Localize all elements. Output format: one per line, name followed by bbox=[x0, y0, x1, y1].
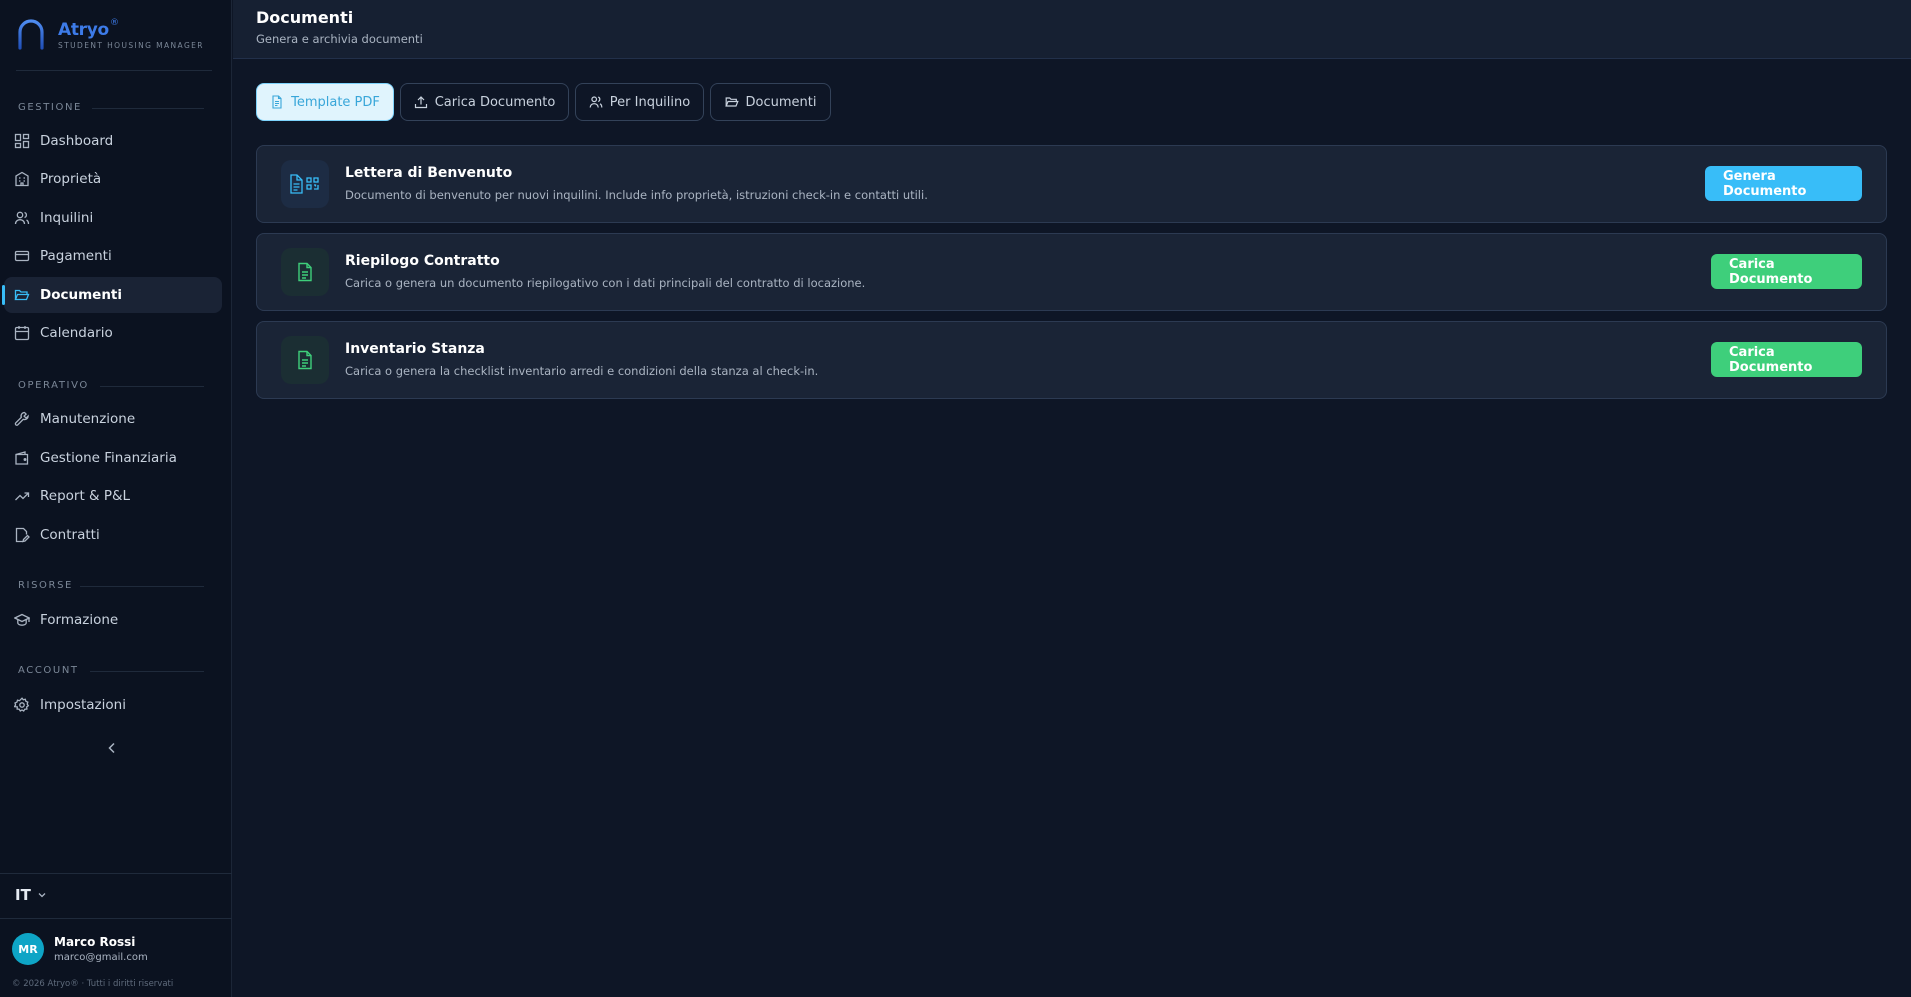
sidebar-item-inquilini[interactable]: Inquilini bbox=[4, 200, 222, 236]
upload-icon bbox=[414, 95, 428, 109]
divider bbox=[16, 70, 212, 71]
divider bbox=[100, 386, 204, 387]
file-edit-icon bbox=[14, 527, 30, 543]
template-card-lettera-benvenuto: Lettera di Benvenuto Documento di benven… bbox=[256, 145, 1887, 223]
users-icon bbox=[589, 95, 603, 109]
calendar-icon bbox=[14, 325, 30, 341]
card-description: Documento di benvenuto per nuovi inquili… bbox=[345, 188, 928, 202]
sidebar-item-label: Calendario bbox=[40, 325, 113, 341]
graduation-cap-icon bbox=[14, 612, 30, 628]
avatar: MR bbox=[12, 933, 44, 965]
carica-documento-button[interactable]: Carica Documento bbox=[1711, 342, 1862, 377]
sidebar-item-label: Contratti bbox=[40, 527, 100, 543]
grid-icon bbox=[14, 133, 30, 149]
section-label-account: ACCOUNT bbox=[18, 665, 79, 676]
page-subtitle: Genera e archivia documenti bbox=[256, 32, 423, 46]
sidebar-item-report[interactable]: Report & P&L bbox=[4, 478, 222, 514]
tab-documenti[interactable]: Documenti bbox=[710, 83, 831, 121]
sidebar-item-label: Manutenzione bbox=[40, 411, 136, 427]
card-title: Inventario Stanza bbox=[345, 341, 485, 357]
section-label-gestione: GESTIONE bbox=[18, 102, 82, 113]
sidebar-item-label: Impostazioni bbox=[40, 697, 126, 713]
card-description: Carica o genera un documento riepilogati… bbox=[345, 276, 866, 290]
brand-logo[interactable]: Atryo ® STUDENT HOUSING MANAGER bbox=[16, 18, 206, 54]
page-title: Documenti bbox=[256, 8, 354, 27]
tab-label: Documenti bbox=[745, 94, 817, 110]
tab-label: Carica Documento bbox=[434, 94, 556, 110]
carica-documento-button[interactable]: Carica Documento bbox=[1711, 254, 1862, 289]
brand-registered-mark: ® bbox=[110, 18, 119, 28]
file-text-icon bbox=[281, 336, 329, 384]
sidebar-item-label: Proprietà bbox=[40, 171, 102, 187]
sidebar-item-label: Dashboard bbox=[40, 133, 114, 149]
genera-documento-button[interactable]: Genera Documento bbox=[1705, 166, 1862, 201]
sidebar-item-label: Documenti bbox=[40, 287, 123, 303]
building-icon bbox=[14, 171, 30, 187]
tab-per-inquilino[interactable]: Per Inquilino bbox=[575, 83, 704, 121]
card-description: Carica o genera la checklist inventario … bbox=[345, 364, 819, 378]
user-email: marco@gmail.com bbox=[54, 952, 148, 963]
tab-label: Per Inquilino bbox=[609, 94, 691, 110]
file-text-icon bbox=[270, 95, 284, 109]
gear-icon bbox=[14, 697, 30, 713]
sidebar-item-label: Gestione Finanziaria bbox=[40, 450, 177, 466]
tab-label: Template PDF bbox=[291, 94, 380, 110]
file-qr-icon bbox=[281, 160, 329, 208]
sidebar-item-dashboard[interactable]: Dashboard bbox=[4, 123, 222, 159]
language-code: IT bbox=[15, 886, 31, 904]
sidebar-item-calendario[interactable]: Calendario bbox=[4, 315, 222, 351]
file-text-icon bbox=[281, 248, 329, 296]
users-icon bbox=[14, 210, 30, 226]
atryo-logo-icon bbox=[18, 19, 44, 50]
section-label-operativo: OPERATIVO bbox=[18, 380, 89, 391]
sidebar-item-documenti[interactable]: Documenti bbox=[2, 277, 222, 313]
trending-up-icon bbox=[14, 488, 30, 504]
template-card-riepilogo-contratto: Riepilogo Contratto Carica o genera un d… bbox=[256, 233, 1887, 311]
language-area: IT bbox=[0, 873, 232, 918]
wrench-icon bbox=[14, 411, 30, 427]
divider bbox=[80, 586, 204, 587]
copyright: © 2026 Atryo® · Tutti i diritti riservat… bbox=[12, 979, 174, 989]
sidebar-item-gestione-finanziaria[interactable]: Gestione Finanziaria bbox=[4, 440, 222, 476]
template-card-inventario-stanza: Inventario Stanza Carica o genera la che… bbox=[256, 321, 1887, 399]
tab-carica-documento[interactable]: Carica Documento bbox=[400, 83, 569, 121]
sidebar-item-label: Inquilini bbox=[40, 210, 94, 226]
sidebar-item-label: Formazione bbox=[40, 612, 119, 628]
chevron-down-icon bbox=[38, 893, 46, 898]
sidebar-item-label: Report & P&L bbox=[40, 488, 131, 504]
sidebar: Atryo ® STUDENT HOUSING MANAGER GESTIONE… bbox=[0, 0, 232, 997]
user-profile[interactable]: MR Marco Rossi marco@gmail.com © 2026 At… bbox=[0, 918, 232, 997]
section-label-risorse: RISORSE bbox=[18, 580, 73, 591]
sidebar-item-impostazioni[interactable]: Impostazioni bbox=[4, 687, 222, 723]
tab-template-pdf[interactable]: Template PDF bbox=[256, 83, 394, 121]
brand-name: Atryo bbox=[58, 20, 109, 40]
sidebar-item-contratti[interactable]: Contratti bbox=[4, 517, 222, 553]
sidebar-item-formazione[interactable]: Formazione bbox=[4, 602, 222, 638]
folder-open-icon bbox=[14, 287, 30, 303]
sidebar-item-label: Pagamenti bbox=[40, 248, 112, 264]
page-header: Documenti Genera e archivia documenti bbox=[233, 0, 1911, 59]
card-title: Lettera di Benvenuto bbox=[345, 165, 513, 181]
sidebar-item-proprieta[interactable]: Proprietà bbox=[4, 161, 222, 197]
card-title: Riepilogo Contratto bbox=[345, 253, 500, 269]
user-name: Marco Rossi bbox=[54, 935, 136, 949]
divider bbox=[90, 671, 204, 672]
sidebar-item-manutenzione[interactable]: Manutenzione bbox=[4, 401, 222, 437]
sidebar-item-pagamenti[interactable]: Pagamenti bbox=[4, 238, 222, 274]
wallet-icon bbox=[14, 450, 30, 466]
language-selector[interactable]: IT bbox=[15, 886, 47, 904]
brand-tagline: STUDENT HOUSING MANAGER bbox=[58, 41, 204, 50]
folder-open-icon bbox=[724, 95, 739, 109]
divider bbox=[92, 108, 204, 109]
credit-card-icon bbox=[14, 248, 30, 264]
collapse-sidebar-chevron-left-icon[interactable] bbox=[104, 740, 120, 756]
